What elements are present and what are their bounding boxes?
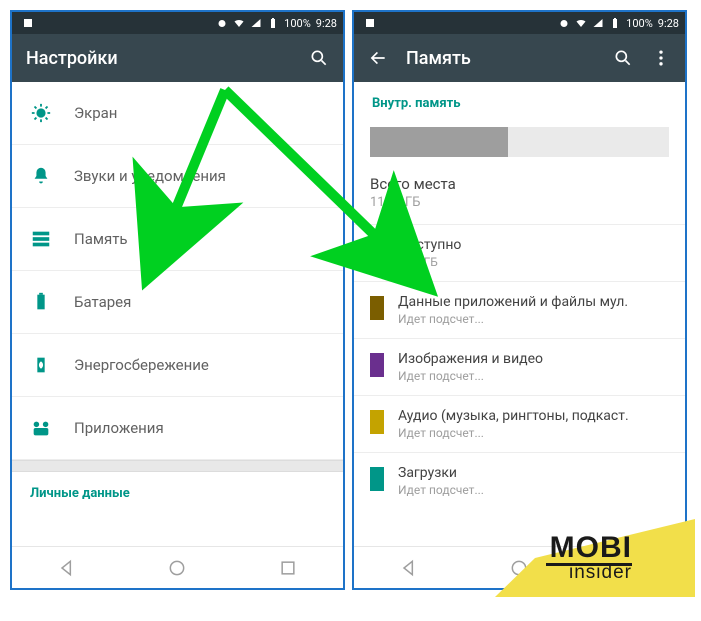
watermark-logo: MOBI insider [495,519,695,597]
search-icon[interactable] [613,48,633,68]
total-label: Всего места [370,175,669,193]
storage-icon [30,228,52,250]
item-label: Память [74,230,128,248]
back-nav-icon[interactable] [399,558,419,578]
settings-item-apps[interactable]: Приложения [12,397,343,460]
battery-pct: 100% [284,17,311,30]
logo-line1: MOBI [546,534,632,561]
phone-right: 100% 9:28 Память Внутр. память Всего мес… [352,10,687,590]
storage-item-label: Доступно [398,237,669,253]
item-label: Приложения [74,419,164,437]
alarm-icon [558,17,570,29]
color-swatch [370,467,384,491]
storage-usage-bar [370,127,669,157]
storage-item-sub: Идет подсчет... [398,426,669,440]
storage-used-segment [370,127,508,157]
display-icon [30,102,52,124]
item-label: Звуки и уведомления [74,167,226,185]
settings-item-powersave[interactable]: Энергосбережение [12,334,343,397]
page-title: Память [406,48,595,69]
item-label: Батарея [74,293,131,311]
item-label: Энергосбережение [74,356,209,374]
signal-icon [250,17,262,29]
image-icon [364,17,376,29]
clock: 9:28 [658,17,679,30]
storage-item-audio[interactable]: Аудио (музыка, рингтоны, подкаст. Идет п… [354,395,685,452]
storage-item-label: Загрузки [398,465,669,481]
storage-item-apps[interactable]: Данные приложений и файлы мул. Идет подс… [354,281,685,338]
page-title: Настройки [26,48,291,69]
settings-item-display[interactable]: Экран [12,82,343,145]
clock: 9:28 [316,17,337,30]
storage-item-downloads[interactable]: Загрузки Идет подсчет... [354,452,685,509]
wifi-icon [575,17,587,29]
back-icon[interactable] [368,48,388,68]
item-label: Экран [74,104,117,122]
storage-total-row: Всего места 11,99 ГБ [354,175,685,224]
status-bar: 100% 9:28 [354,12,685,34]
bell-icon [30,165,52,187]
logo-line2: insider [546,564,632,581]
battery-icon [609,17,621,29]
color-swatch [370,239,384,263]
section-title-personal: Личные данные [12,472,343,511]
alarm-icon [216,17,228,29]
image-icon [22,17,34,29]
nav-bar [12,546,343,588]
wifi-icon [233,17,245,29]
storage-item-label: Данные приложений и файлы мул. [398,294,669,310]
storage-content: Внутр. память Всего места 11,99 ГБ Досту… [354,82,685,546]
battery-pct: 100% [626,17,653,30]
phone-left: 100% 9:28 Настройки Экран Звуки и уведом… [10,10,345,590]
apps-icon [30,417,52,439]
storage-item-available[interactable]: Доступно 6,63 ГБ [354,224,685,281]
storage-item-sub: Идет подсчет... [398,312,669,326]
storage-item-label: Аудио (музыка, рингтоны, подкаст. [398,408,669,424]
total-value: 11,99 ГБ [370,195,669,210]
storage-item-images[interactable]: Изображения и видео Идет подсчет... [354,338,685,395]
storage-item-sub: Идет подсчет... [398,483,669,497]
back-nav-icon[interactable] [57,558,77,578]
app-bar: Память [354,34,685,82]
overflow-icon[interactable] [651,48,671,68]
settings-item-storage[interactable]: Память [12,208,343,271]
app-bar: Настройки [12,34,343,82]
battery-icon [267,17,279,29]
color-swatch [370,410,384,434]
settings-item-battery[interactable]: Батарея [12,271,343,334]
section-title-internal: Внутр. память [354,82,685,121]
recent-nav-icon[interactable] [278,558,298,578]
storage-item-sub: 6,63 ГБ [398,255,669,269]
battery-icon [30,291,52,313]
signal-icon [592,17,604,29]
search-icon[interactable] [309,48,329,68]
leaf-battery-icon [30,354,52,376]
settings-content: Экран Звуки и уведомления Память Батарея… [12,82,343,546]
status-bar: 100% 9:28 [12,12,343,34]
color-swatch [370,296,384,320]
section-divider [12,460,343,472]
home-nav-icon[interactable] [167,558,187,578]
storage-item-sub: Идет подсчет... [398,369,669,383]
storage-item-label: Изображения и видео [398,351,669,367]
color-swatch [370,353,384,377]
settings-item-sound[interactable]: Звуки и уведомления [12,145,343,208]
